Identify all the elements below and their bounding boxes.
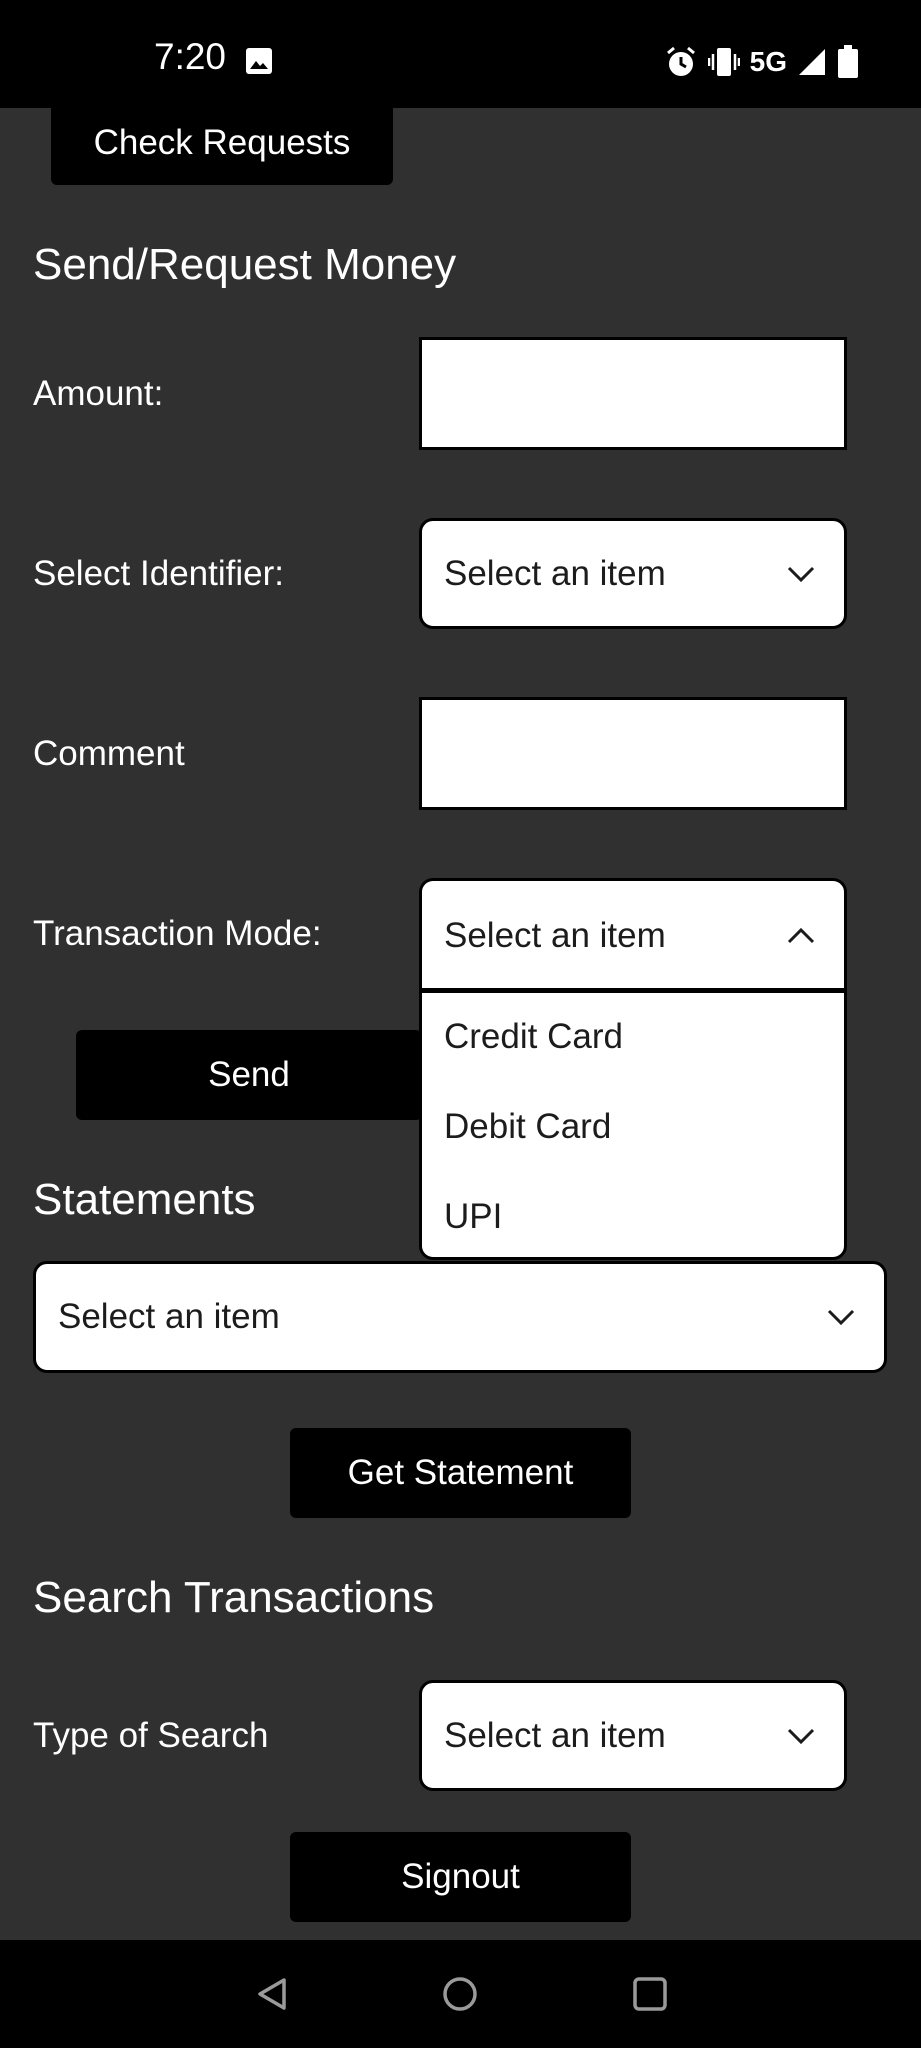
identifier-select-value: Select an item xyxy=(444,553,666,593)
statement-select-value: Select an item xyxy=(58,1297,280,1336)
transaction-mode-label: Transaction Mode: xyxy=(33,914,322,953)
send-button-label: Send xyxy=(208,1055,290,1094)
get-statement-button[interactable]: Get Statement xyxy=(290,1428,631,1518)
search-transactions-title: Search Transactions xyxy=(33,1573,435,1622)
type-of-search-label: Type of Search xyxy=(33,1716,269,1755)
vibrate-icon xyxy=(707,48,740,76)
chevron-down-icon xyxy=(787,1728,815,1744)
comment-label: Comment xyxy=(33,734,185,773)
transaction-mode-options: Credit Card Debit Card UPI xyxy=(419,988,847,1260)
type-of-search-value: Select an item xyxy=(444,1715,666,1755)
status-bar: 7:20 5G xyxy=(0,0,921,108)
recents-icon[interactable] xyxy=(632,1976,668,2012)
chevron-down-icon xyxy=(827,1309,855,1326)
send-request-title: Send/Request Money xyxy=(33,240,457,289)
navigation-bar xyxy=(0,1940,921,2048)
back-icon[interactable] xyxy=(254,1976,290,2012)
identifier-select[interactable]: Select an item xyxy=(419,518,847,629)
image-notification-icon xyxy=(246,48,272,74)
option-upi[interactable]: UPI xyxy=(444,1197,502,1237)
option-credit-card[interactable]: Credit Card xyxy=(444,1017,623,1057)
battery-icon xyxy=(838,45,858,78)
transaction-mode-select[interactable]: Select an item xyxy=(419,878,847,990)
network-type: 5G xyxy=(749,46,787,77)
type-of-search-select[interactable]: Select an item xyxy=(419,1680,847,1791)
status-icons: 5G xyxy=(664,40,859,84)
status-time: 7:20 xyxy=(154,36,227,77)
signal-icon xyxy=(799,49,825,75)
alarm-icon xyxy=(666,46,695,76)
signout-button[interactable]: Signout xyxy=(290,1832,631,1922)
send-button[interactable]: Send xyxy=(76,1030,422,1120)
home-icon[interactable] xyxy=(442,1976,478,2012)
statement-select[interactable]: Select an item xyxy=(33,1261,887,1373)
chevron-up-icon xyxy=(787,927,815,943)
statements-title: Statements xyxy=(33,1175,256,1224)
transaction-mode-value: Select an item xyxy=(444,915,666,955)
option-debit-card[interactable]: Debit Card xyxy=(444,1107,611,1147)
comment-input[interactable] xyxy=(419,697,847,810)
check-requests-button[interactable]: Check Requests xyxy=(51,100,393,185)
identifier-label: Select Identifier: xyxy=(33,554,284,593)
chevron-down-icon xyxy=(787,566,815,582)
amount-input[interactable] xyxy=(419,337,847,450)
amount-label: Amount: xyxy=(33,374,164,413)
dropdown-divider xyxy=(422,991,844,993)
